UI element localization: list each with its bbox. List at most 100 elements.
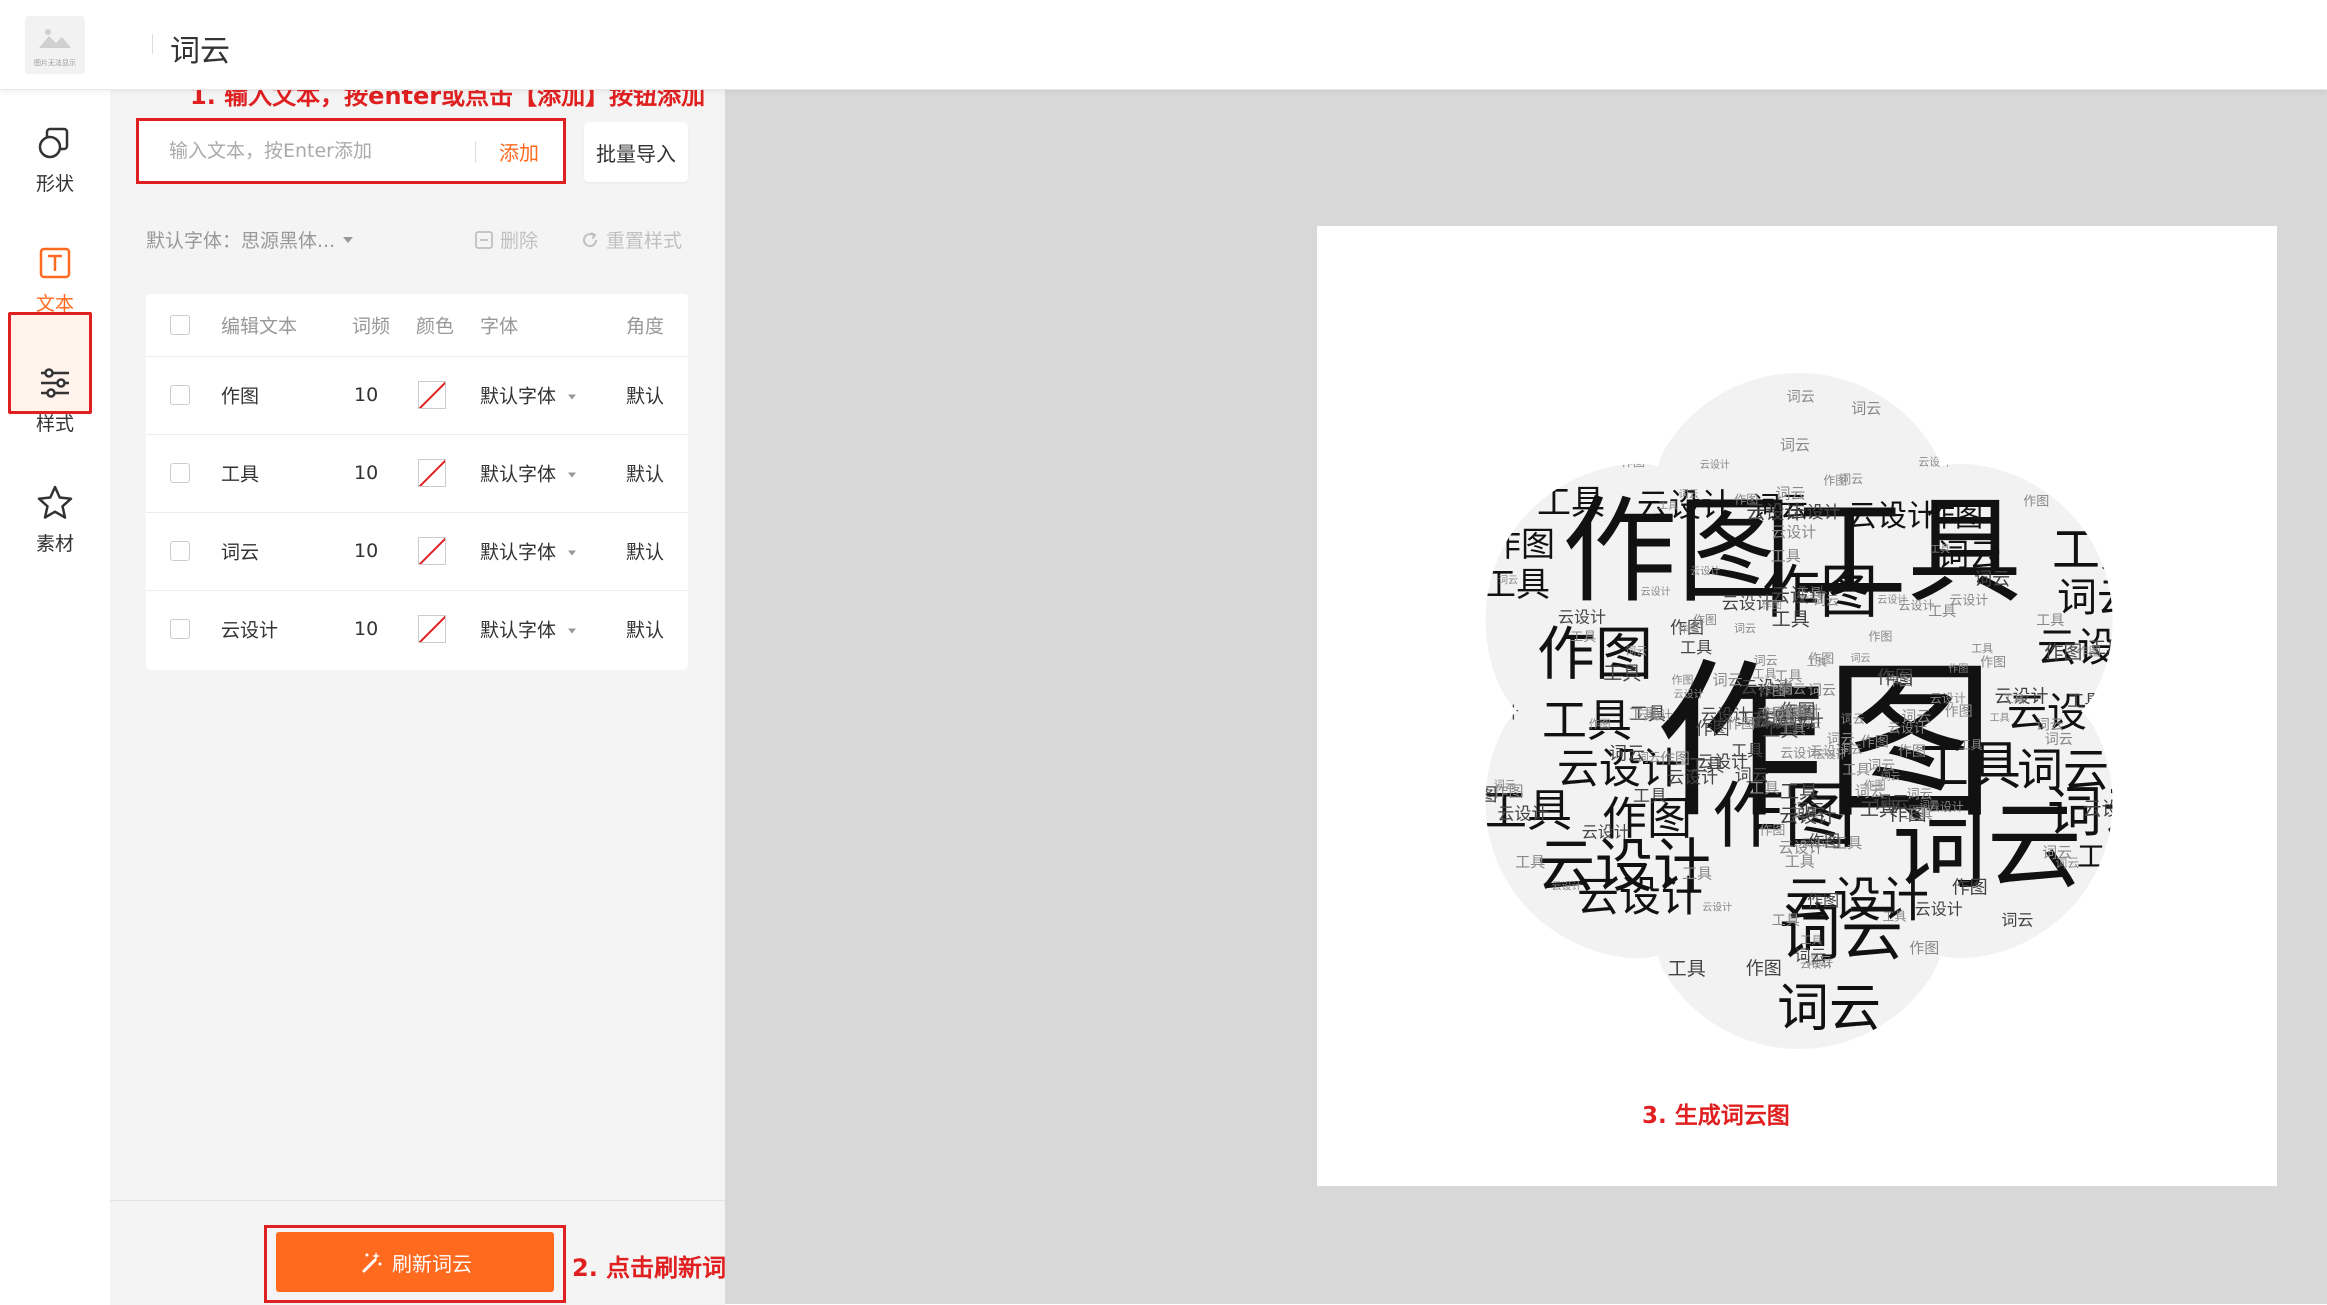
word-table: 编辑文本 词频 颜色 字体 角度 作图 10 默认字体 默认 工具 10 默认字… xyxy=(146,294,688,670)
row-checkbox[interactable] xyxy=(170,619,190,639)
row-angle[interactable]: 默认 xyxy=(626,382,664,409)
chevron-down-icon xyxy=(568,472,577,478)
row-freq[interactable]: 10 xyxy=(354,618,378,640)
cloud-word-small: 工具 xyxy=(2036,613,2064,629)
cloud-word-small: 工具 xyxy=(1780,722,1806,737)
cloud-word-small: 词云 xyxy=(1734,622,1756,635)
table-row: 云设计 10 默认字体 默认 xyxy=(146,590,688,668)
page-title: 词云 xyxy=(170,34,230,69)
cloud-word-small: 工具 xyxy=(1668,958,1706,980)
wordcloud-card[interactable]: 作图 工具 作图 词云 作图 作图 工具 云设计 词云 词云 云设计 作图 云设计 词云 工具 云设计 词云 工具… xyxy=(1317,226,2277,1186)
cloud-word-small: 词云 xyxy=(1609,744,1645,765)
cloud-word-small: 词云 xyxy=(1780,682,1806,697)
rail-item-style[interactable]: 样式 xyxy=(0,339,110,459)
cloud-word-small: 词云 xyxy=(1851,652,1871,664)
select-all-checkbox[interactable] xyxy=(170,315,190,335)
batch-import-button[interactable]: 批量导入 xyxy=(584,122,688,182)
cloud-word-small: 云设计 xyxy=(1700,458,1730,471)
header-divider xyxy=(152,34,153,54)
row-freq[interactable]: 10 xyxy=(354,384,378,406)
cloud-word-small: 作图 xyxy=(1746,959,1782,980)
color-swatch[interactable] xyxy=(418,381,446,409)
row-checkbox[interactable] xyxy=(170,385,190,405)
cloud-word-small: 云设计 xyxy=(1915,899,1963,918)
row-font-select[interactable]: 默认字体 xyxy=(480,538,577,565)
default-font-select[interactable]: 默认字体：思源黑体... xyxy=(146,226,354,253)
rail-label-text: 文本 xyxy=(35,292,74,315)
cloud-word-small: 词云 xyxy=(1713,671,1743,689)
cloud-word-small: 工具 xyxy=(1948,964,1980,983)
row-angle[interactable]: 默认 xyxy=(626,616,664,643)
cloud-word-small: 云设计 xyxy=(1810,744,1849,759)
cloud-word: 工具 xyxy=(1537,483,1605,523)
color-swatch[interactable] xyxy=(418,615,446,643)
cloud-word-small: 云设计 xyxy=(1790,503,1841,523)
text-icon xyxy=(39,247,71,278)
rail-label-shape: 形状 xyxy=(35,172,74,195)
logo-caption: 图片无法显示 xyxy=(34,59,76,67)
chevron-down-icon xyxy=(343,236,354,243)
cloud-word-small: 云设计 xyxy=(1558,607,1606,626)
cloud-word: 词云 xyxy=(2057,575,2137,621)
cloud-word-small: 词云 xyxy=(1855,783,1885,801)
cloud-word-small: 工具 xyxy=(1959,738,1983,752)
rail-item-shape[interactable]: 形状 xyxy=(0,99,110,219)
cloud-word-small: 工具 xyxy=(1772,913,1800,929)
cloud-word-small: 作图 xyxy=(1877,668,1913,689)
col-header-text: 编辑文本 xyxy=(221,315,298,338)
row-checkbox[interactable] xyxy=(170,463,190,483)
chevron-down-icon xyxy=(568,394,577,400)
row-text[interactable]: 作图 xyxy=(221,382,259,409)
cloud-word: 工具 xyxy=(2052,522,2148,578)
row-text[interactable]: 云设计 xyxy=(221,616,278,643)
row-text[interactable]: 工具 xyxy=(221,460,259,487)
word-input[interactable] xyxy=(167,135,491,167)
cloud-word-small: 工具 xyxy=(1515,853,1545,871)
cloud-word-small: 作图 xyxy=(1980,656,2006,671)
cloud-word-small: 工具 xyxy=(1860,799,1898,821)
row-checkbox[interactable] xyxy=(170,541,190,561)
cloud-word-small: 作图 xyxy=(2023,495,2049,510)
cloud-word-small: 词云 xyxy=(1920,799,1940,811)
cloud-word-small: 云设计 xyxy=(1779,805,1836,827)
reset-style-label: 重置样式 xyxy=(606,230,683,252)
cloud-word-small: 工具 xyxy=(1800,934,1822,947)
word-input-box: 添加 xyxy=(136,118,566,184)
cloud-word-small: 作图 xyxy=(1948,663,1968,675)
cloud-word-small: 工具 xyxy=(1603,663,1641,685)
cloud-word-small: 词云 xyxy=(1808,683,1836,699)
cloud-word-small: 词云 xyxy=(1775,484,1805,502)
row-font-select[interactable]: 默认字体 xyxy=(480,616,577,643)
row-freq[interactable]: 10 xyxy=(354,462,378,484)
row-angle[interactable]: 默认 xyxy=(626,538,664,565)
cloud-word-small: 云设计 xyxy=(1667,768,1718,788)
cloud-word: 工具 xyxy=(1542,694,1632,747)
reset-style-button[interactable]: 重置样式 xyxy=(580,226,682,253)
app-logo[interactable]: 图片无法显示 xyxy=(25,16,85,74)
color-swatch[interactable] xyxy=(418,459,446,487)
row-font: 默认字体 xyxy=(480,619,557,642)
rail-item-material[interactable]: 素材 xyxy=(0,459,110,579)
cloud-word-small: 作图 xyxy=(1945,704,1973,720)
cloud-word-small: 作图 xyxy=(2112,709,2144,728)
color-swatch[interactable] xyxy=(418,537,446,565)
rail-item-text[interactable]: 文本 xyxy=(0,219,110,339)
cloud-word: 作图 xyxy=(1927,500,1983,533)
refresh-wordcloud-button[interactable]: 刷新词云 xyxy=(276,1232,554,1292)
cloud-word-small: 词云 xyxy=(1625,645,1647,658)
add-button[interactable]: 添加 xyxy=(499,137,539,166)
row-font-select[interactable]: 默认字体 xyxy=(480,382,577,409)
cloud-word-small: 工具 xyxy=(1680,638,1712,657)
cloud-word-small: 词云 xyxy=(2055,856,2079,870)
delete-button[interactable]: 删除 xyxy=(474,226,538,253)
row-angle[interactable]: 默认 xyxy=(626,460,664,487)
row-font-select[interactable]: 默认字体 xyxy=(480,460,577,487)
row-freq[interactable]: 10 xyxy=(354,540,378,562)
cloud-word-small: 工具 xyxy=(1772,609,1810,631)
row-text[interactable]: 词云 xyxy=(221,538,259,565)
cloud-word-small: 词云 xyxy=(1813,594,1839,609)
refresh-icon xyxy=(583,231,598,247)
cloud-word-small: 词云 xyxy=(2001,911,2033,930)
sliders-icon xyxy=(41,367,69,398)
cloud-word-small: 词云 xyxy=(1794,946,1826,965)
